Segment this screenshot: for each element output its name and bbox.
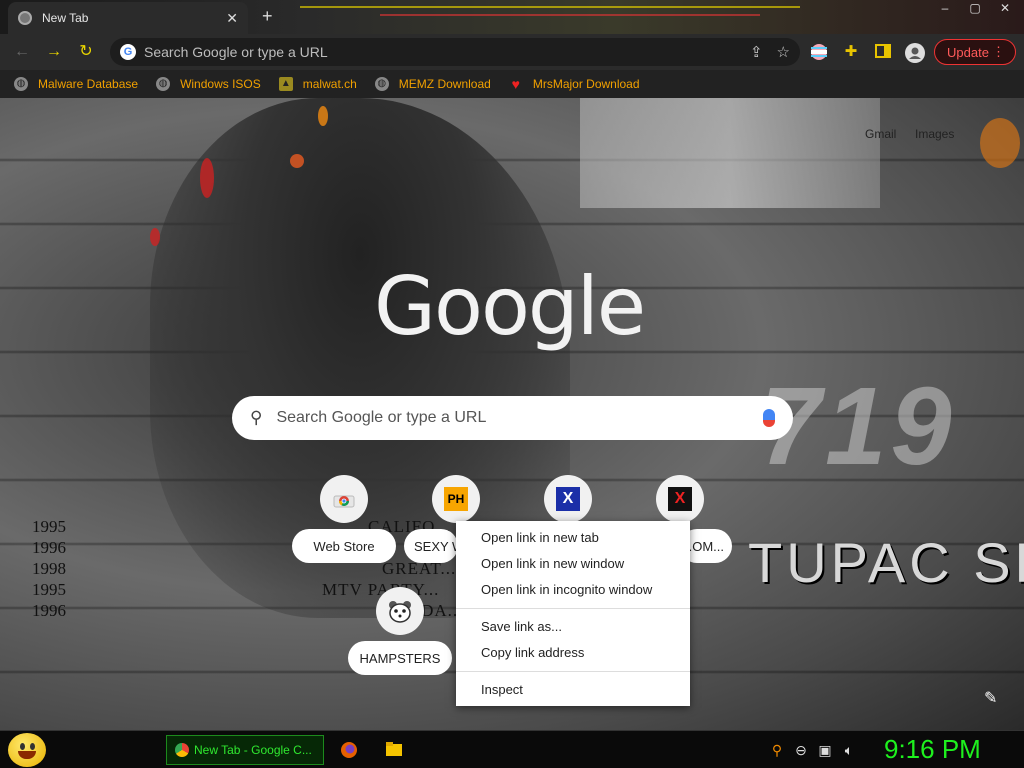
tab-close-icon[interactable]: ✕ [226,10,238,27]
year-text: 1996 [32,601,66,620]
paint-splatter [980,118,1020,168]
tab-strip: New Tab ✕ + – ▢ ✕ [0,0,1024,34]
menu-inspect[interactable]: Inspect [456,677,690,703]
browser-toolbar: ← → ↻ G Search Google or type a URL ⇪ ☆ … [0,34,1024,70]
microphone-icon[interactable] [763,409,775,427]
smiley-eye [20,743,25,750]
menu-open-new-tab[interactable]: Open link in new tab [456,525,690,551]
year-text: 1995 [32,517,66,536]
new-tab-button[interactable]: + [262,6,273,27]
year-text: 1995 [32,580,66,599]
menu-copy-link-address[interactable]: Copy link address [456,640,690,666]
menu-open-new-window[interactable]: Open link in new window [456,551,690,577]
search-placeholder: Search Google or type a URL [276,409,487,426]
shortcut-hamster-icon[interactable] [376,587,424,635]
bookmark-mrsmajor-download[interactable]: ♥ MrsMajor Download [509,77,640,91]
wallpaper-streak [380,14,760,16]
menu-save-link-as[interactable]: Save link as... [456,614,690,640]
back-button[interactable]: ← [12,42,32,62]
gmail-link[interactable]: Gmail [865,127,896,141]
shortcut-webstore[interactable]: Web Store [292,529,396,563]
network-icon[interactable]: ▣ [816,741,834,759]
shortcut-hampsters[interactable]: HAMPSTERS [348,641,452,675]
malwat-icon: ▲ [278,77,293,91]
context-menu: Open link in new tab Open link in new wi… [456,521,690,706]
profile-avatar-icon[interactable] [905,43,925,63]
shortcut-x-blue-icon[interactable]: X [544,475,592,523]
bookmark-label: Windows ISOS [180,77,261,91]
menu-separator [456,671,690,672]
firefox-icon[interactable] [340,741,358,759]
status-tray-icon[interactable]: ⊖ [792,741,810,759]
update-button[interactable]: Update ⋮ [934,39,1016,65]
side-panel-icon[interactable] [874,43,892,61]
bookmark-malware-database[interactable]: ◍ Malware Database [14,77,138,91]
wallpaper-posters [580,98,880,208]
globe-icon: ◍ [156,77,171,91]
omnibox[interactable]: G Search Google or type a URL ⇪ ☆ [110,38,800,66]
omnibox-placeholder: Search Google or type a URL [144,44,328,60]
minimize-button[interactable]: – [932,0,958,18]
menu-separator [456,608,690,609]
heart-icon: ♥ [511,76,520,92]
tab-favicon-icon [18,11,32,25]
paint-splatter [200,158,214,198]
shortcut-ph-icon[interactable]: PH [432,475,480,523]
paint-splatter [290,154,304,168]
bookmarks-bar: ◍ Malware Database ◍ Windows ISOS ▲ malw… [0,70,1024,98]
chrome-icon [175,743,189,757]
reload-button[interactable]: ↻ [76,42,96,62]
volume-icon[interactable]: 🔈︎ [840,741,858,759]
bookmark-star-icon[interactable]: ☆ [777,43,790,61]
taskbar-window-label: New Tab - Google C... [194,743,312,757]
search-tray-icon[interactable]: ⚲ [768,741,786,759]
update-label: Update [947,44,989,60]
extensions-puzzle-icon[interactable]: ✚ [842,43,860,61]
menu-open-incognito[interactable]: Open link in incognito window [456,577,690,603]
ph-logo: PH [444,487,468,511]
taskbar: New Tab - Google C... ⚲ ⊖ ▣ 🔈︎ 9:16 PM [0,730,1024,768]
ntp-search-box[interactable]: ⚲ Search Google or type a URL [232,396,793,440]
images-link[interactable]: Images [915,127,954,141]
bookmark-label: Malware Database [38,77,139,91]
bookmark-label: MrsMajor Download [532,77,640,91]
year-text: 1998 [32,559,66,578]
smiley-mouth [18,751,36,759]
year-text: 1996 [32,538,66,557]
smiley-eye [30,743,35,750]
extension-flag-icon[interactable] [810,43,828,61]
forward-button[interactable]: → [44,42,64,62]
share-icon[interactable]: ⇪ [750,43,763,61]
paint-splatter [318,106,328,126]
file-explorer-icon[interactable] [385,741,403,759]
wallpaper-name: TUPAC SH [748,531,1024,594]
wallpaper-streak [300,6,800,8]
menu-dots-icon: ⋮ [992,44,1005,59]
window-close-button[interactable]: ✕ [992,0,1018,18]
globe-icon: ◍ [14,77,28,91]
maximize-button[interactable]: ▢ [962,0,988,18]
start-smiley-icon[interactable] [8,733,46,767]
shortcut-x-red-icon[interactable]: X [656,475,704,523]
search-icon: ⚲ [250,408,263,427]
bookmark-label: MEMZ Download [398,77,491,91]
bookmark-label: malwat.ch [302,77,357,91]
paint-splatter [150,228,160,246]
taskbar-clock: 9:16 PM [884,734,981,764]
bookmark-memz-download[interactable]: ◍ MEMZ Download [374,77,491,91]
bookmark-malwatch[interactable]: ▲ malwat.ch [278,77,357,91]
bookmark-windows-isos[interactable]: ◍ Windows ISOS [156,77,261,91]
x-logo: X [668,487,692,511]
tab-title: New Tab [42,11,89,25]
tab-new-tab[interactable]: New Tab ✕ [8,2,248,34]
google-icon: G [120,44,136,60]
google-logo: Google [374,260,646,353]
x-logo: X [556,487,580,511]
shortcut-sexy[interactable]: SEXY W... [404,529,458,563]
customize-pencil-icon[interactable]: ✎ [984,688,997,708]
taskbar-chrome-window[interactable]: New Tab - Google C... [166,735,324,765]
globe-icon: ◍ [374,77,389,91]
shortcut-webstore-icon[interactable] [320,475,368,523]
wallpaper-years: 1995 1996 1998 1995 1996 [32,516,66,621]
